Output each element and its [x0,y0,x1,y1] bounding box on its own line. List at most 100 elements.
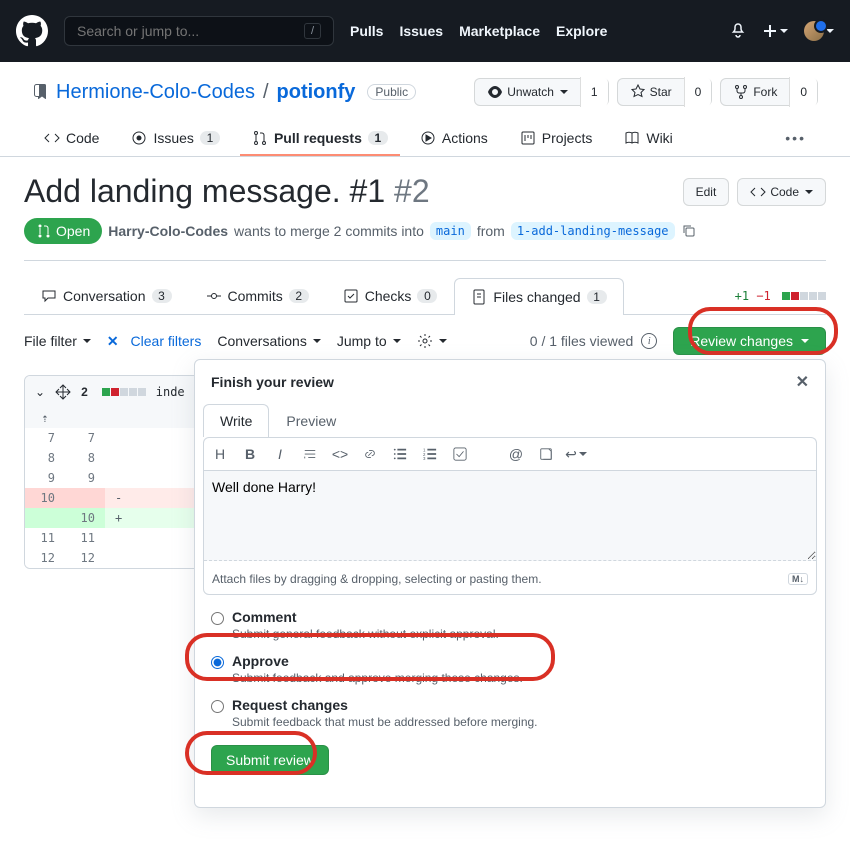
repo-name-link[interactable]: potionfy [277,81,356,104]
number-list-icon[interactable]: 123 [422,446,438,462]
move-icon[interactable] [55,384,71,400]
markdown-toolbar: H B I <> 123 @ ↩ [203,437,817,470]
fork-icon [733,84,749,100]
info-icon[interactable]: i [641,333,657,349]
gear-icon [417,333,433,349]
submit-review-button[interactable]: Submit review [211,745,329,775]
bullet-list-icon[interactable] [392,446,408,462]
mention-icon[interactable]: @ [508,446,524,462]
checklist-icon [343,288,359,304]
review-changes-button[interactable]: Review changes [673,327,826,355]
file-diff-icon [471,289,487,305]
global-search[interactable]: / [64,16,334,46]
nav-pulls[interactable]: Pulls [350,23,383,39]
reference-icon[interactable] [538,446,554,462]
pr-meta: Open Harry-Colo-Codes wants to merge 2 c… [24,218,826,261]
bell-icon[interactable] [730,23,746,39]
code-icon[interactable]: <> [332,446,348,462]
nav-issues[interactable]: Issues [399,23,443,39]
base-branch[interactable]: main [430,222,471,240]
reply-icon[interactable]: ↩ [568,446,584,462]
copy-icon[interactable] [681,223,697,239]
repo-header: Hermione-Colo-Codes / potionfy Public Un… [0,62,850,157]
create-menu[interactable] [762,23,788,39]
nav-explore[interactable]: Explore [556,23,607,39]
github-logo-icon[interactable] [16,15,48,47]
unwatch-button[interactable]: Unwatch 1 [474,78,608,106]
diff-settings[interactable] [417,333,447,349]
play-icon [420,130,436,146]
tab-conversation[interactable]: Conversation3 [24,277,189,314]
diff-stat: 2 [81,385,88,399]
jump-to-dropdown[interactable]: Jump to [337,333,401,349]
code-dropdown-button[interactable]: Code [737,178,826,206]
pr-open-icon [36,223,52,239]
diffstat: +1 −1 [735,289,826,303]
close-icon[interactable]: ✕ [796,372,809,392]
tab-issues[interactable]: Issues1 [119,122,231,156]
star-button[interactable]: Star 0 [617,78,713,106]
review-comment-textarea[interactable] [204,471,816,561]
user-menu[interactable] [804,21,834,41]
italic-icon[interactable]: I [272,446,288,462]
clear-filters-button[interactable]: ✕ Clear filters [107,333,201,350]
filename[interactable]: inde [156,385,185,399]
task-list-icon[interactable] [452,446,468,462]
state-badge: Open [24,218,102,244]
code-icon [750,184,766,200]
conversations-dropdown[interactable]: Conversations [217,333,321,349]
popup-title: Finish your review [211,374,334,390]
quote-icon[interactable] [302,446,318,462]
option-approve[interactable]: ApproveSubmit feedback and approve mergi… [211,647,809,691]
file-filter-dropdown[interactable]: File filter [24,333,91,349]
head-branch[interactable]: 1-add-landing-message [511,222,675,240]
option-request-changes[interactable]: Request changesSubmit feedback that must… [211,691,809,735]
tab-pull-requests[interactable]: Pull requests1 [240,122,400,156]
pr-tabs: Conversation3 Commits2 Checks0 Files cha… [24,277,826,315]
comment-icon [41,288,57,304]
nav-marketplace[interactable]: Marketplace [459,23,540,39]
tab-files-changed[interactable]: Files changed1 [454,278,623,315]
repo-separator: / [263,81,269,104]
markdown-badge[interactable]: M↓ [788,573,808,585]
tab-projects[interactable]: Projects [508,122,605,156]
avatar [804,21,824,41]
preview-tab[interactable]: Preview [269,404,353,437]
files-viewed-text: 0 / 1 files viewed [530,333,634,349]
edit-button[interactable]: Edit [683,178,730,206]
issue-icon [131,130,147,146]
write-tab[interactable]: Write [203,404,269,437]
projects-icon [520,130,536,146]
review-popup: Finish your review ✕ Write Preview H B I… [194,359,826,808]
pr-icon [252,130,268,146]
eye-icon [487,84,503,100]
attach-hint[interactable]: Attach files by dragging & dropping, sel… [212,572,542,586]
tab-actions[interactable]: Actions [408,122,500,156]
commit-icon [206,288,222,304]
repo-owner-link[interactable]: Hermione-Colo-Codes [56,81,255,104]
heading-icon[interactable]: H [212,446,228,462]
top-nav: Pulls Issues Marketplace Explore [350,23,607,39]
link-icon[interactable] [362,446,378,462]
author-link[interactable]: Harry-Colo-Codes [108,223,228,239]
visibility-badge: Public [367,84,416,100]
search-shortcut-badge: / [304,23,321,39]
bold-icon[interactable]: B [242,446,258,462]
code-icon [44,130,60,146]
option-comment[interactable]: CommentSubmit general feedback without e… [211,603,809,647]
tab-code[interactable]: Code [32,122,111,156]
global-header: / Pulls Issues Marketplace Explore [0,0,850,62]
fork-button[interactable]: Fork 0 [720,78,818,106]
collapse-file[interactable]: ⌄ [35,385,45,399]
tab-commits[interactable]: Commits2 [189,277,326,314]
repo-nav: Code Issues1 Pull requests1 Actions Proj… [32,122,818,156]
star-icon [630,84,646,100]
repo-icon [32,84,48,100]
search-input[interactable] [77,23,304,39]
tab-wiki[interactable]: Wiki [612,122,684,156]
book-icon [624,130,640,146]
tab-checks[interactable]: Checks0 [326,277,455,314]
svg-text:3: 3 [423,456,426,461]
repo-nav-more[interactable]: ••• [773,122,818,156]
pr-title: Add landing message. #1 #2 [24,173,430,210]
